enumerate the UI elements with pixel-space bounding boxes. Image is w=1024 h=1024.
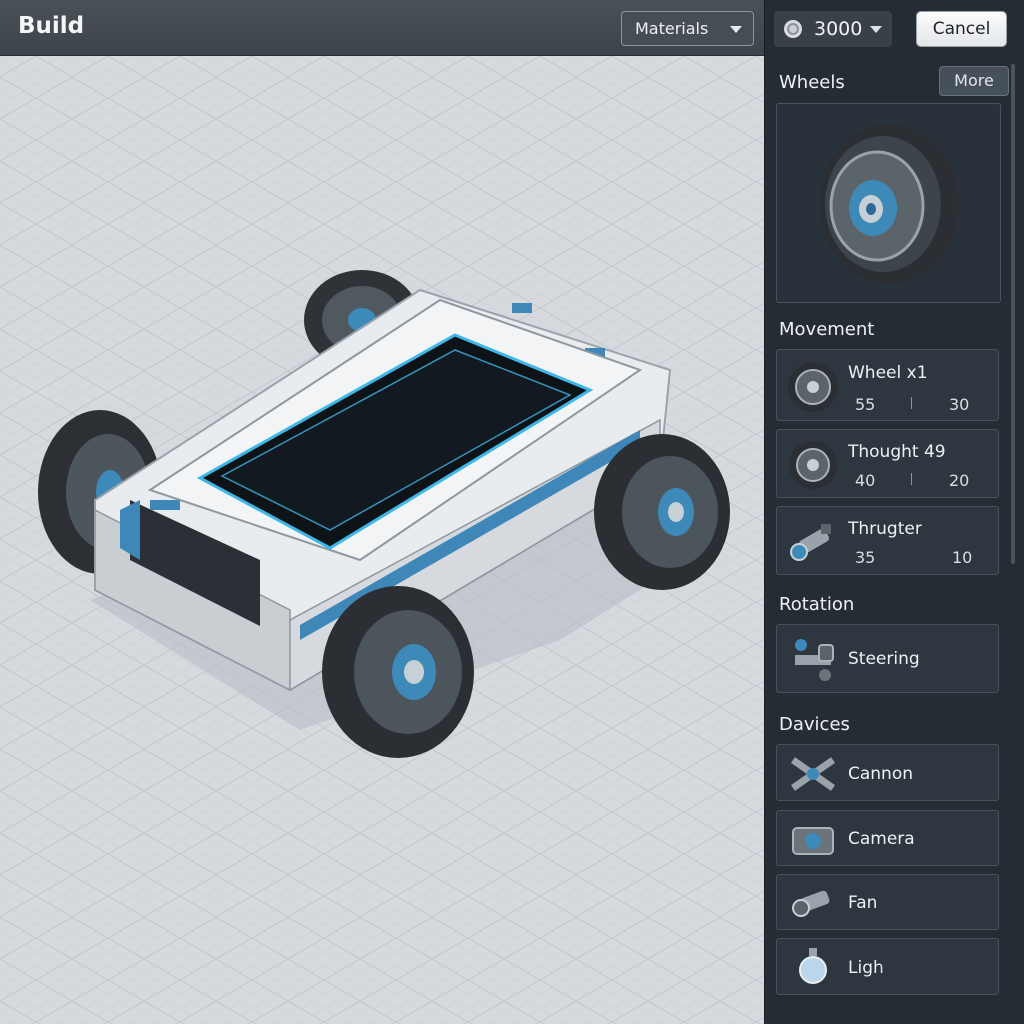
steering-icon [795, 639, 834, 681]
isometric-grid [0, 56, 764, 1024]
front-right-wheel [594, 434, 730, 590]
panel-scrollbar[interactable] [1011, 64, 1015, 564]
wheel-icon [789, 441, 837, 489]
stat-divider [911, 473, 912, 485]
coin-icon [784, 20, 802, 38]
top-bar: Build Materials [0, 0, 764, 56]
materials-dropdown-label: Materials [635, 19, 709, 38]
part-stat-b: 30 [949, 395, 970, 414]
currency-selector[interactable]: 3000 [774, 11, 892, 47]
part-name: Thrugter [848, 519, 922, 539]
part-stat-b: 10 [952, 548, 973, 567]
section-title-movement: Movement [779, 319, 875, 340]
section-title-wheels: Wheels [779, 72, 845, 93]
thruster-icon [790, 524, 831, 561]
materials-dropdown[interactable]: Materials [621, 11, 754, 46]
chevron-down-icon [870, 26, 882, 33]
camera-icon [792, 827, 834, 855]
fan-icon [792, 890, 830, 917]
more-button[interactable]: More [939, 66, 1009, 96]
section-title-rotation: Rotation [779, 594, 855, 615]
chevron-down-icon [730, 26, 742, 33]
part-name: Camera [848, 829, 915, 849]
part-card-thought[interactable]: Thought 49 40 20 [776, 429, 999, 498]
wheel-preview [776, 103, 1001, 303]
light-icon [799, 948, 827, 984]
build-viewport[interactable] [0, 56, 764, 1024]
part-card-camera[interactable]: Camera [776, 810, 999, 866]
stat-divider [911, 397, 912, 409]
part-name: Steering [848, 649, 920, 669]
part-stat-a: 40 [855, 471, 876, 490]
currency-value: 3000 [814, 18, 863, 40]
part-name: Cannon [848, 764, 914, 784]
cancel-button[interactable]: Cancel [916, 11, 1007, 47]
part-card-wheel[interactable]: Wheel x1 55 30 [776, 349, 999, 421]
rear-right-wheel [322, 586, 474, 758]
cannon-icon [790, 757, 836, 791]
part-name: Fan [848, 893, 878, 913]
part-stat-a: 55 [855, 395, 876, 414]
wheel-icon [788, 362, 838, 412]
part-name: Wheel x1 [848, 363, 928, 383]
part-stat-a: 35 [855, 548, 876, 567]
section-title-devices: Davices [779, 714, 850, 735]
part-name: Thought 49 [848, 442, 946, 462]
part-card-cannon[interactable]: Cannon [776, 744, 999, 801]
wheel-preview-icon [819, 124, 959, 284]
part-card-thruster[interactable]: Thrugter 35 10 [776, 506, 999, 575]
list-fade-overlay [876, 958, 998, 976]
part-stat-b: 20 [949, 471, 970, 490]
part-card-steering[interactable]: Steering [776, 624, 999, 693]
part-card-fan[interactable]: Fan [776, 874, 999, 930]
page-title: Build [18, 13, 85, 39]
